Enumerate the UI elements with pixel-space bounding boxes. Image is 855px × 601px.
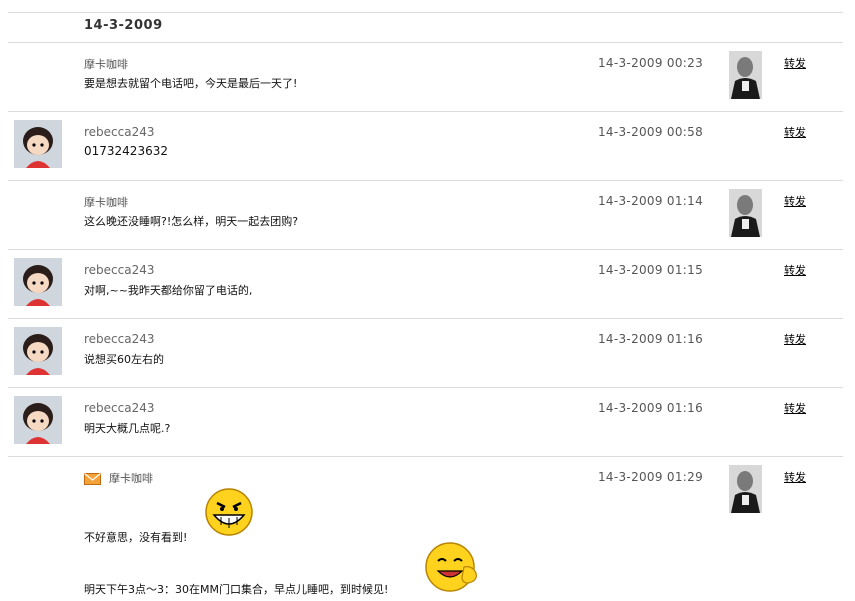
- message-time: 14-3-2009 01:16: [598, 401, 703, 415]
- message-text: 不好意思，没有看到!: [84, 531, 188, 544]
- message-text: 明天下午3点～3：30在MM门口集合，早点儿睡吧，到时候见!: [84, 583, 389, 596]
- message-row: rebecca243 01732423632 14-3-2009 00:58 转…: [8, 120, 843, 179]
- message-row: 摩卡咖啡 这么晚还没睡啊?!怎么样，明天一起去团购? 14-3-2009 01:…: [8, 189, 843, 248]
- forward-link[interactable]: 转发: [784, 331, 806, 347]
- man-photo-avatar: [729, 465, 762, 513]
- forward-link[interactable]: 转发: [784, 262, 806, 278]
- message-history: 14-3-2009 摩卡咖啡 要是想去就留个电话吧，今天是最后一天了! 14-3…: [0, 0, 855, 601]
- cartoon-girl-avatar: [14, 258, 62, 306]
- forward-link[interactable]: 转发: [784, 469, 806, 485]
- forward-link[interactable]: 转发: [784, 55, 806, 71]
- cartoon-girl-avatar: [14, 396, 62, 444]
- sender-name: 摩卡咖啡: [84, 196, 128, 209]
- cartoon-girl-avatar: [14, 327, 62, 375]
- sender-name: 摩卡咖啡: [109, 472, 153, 485]
- message-row: 摩卡咖啡 14-3-2009 01:29 转发 不好意思，没有看到! 明天下午3…: [8, 465, 843, 599]
- sender-name: rebecca243: [84, 332, 155, 346]
- man-photo-avatar: [729, 51, 762, 99]
- divider: [8, 387, 843, 388]
- divider: [8, 180, 843, 181]
- divider: [8, 456, 843, 457]
- divider: [8, 318, 843, 319]
- forward-link[interactable]: 转发: [784, 124, 806, 140]
- message-text: 这么晚还没睡啊?!怎么样，明天一起去团购?: [84, 215, 299, 228]
- divider: [8, 249, 843, 250]
- message-text: 对啊,~~我昨天都给你留了电话的,: [84, 284, 253, 297]
- message-text: 01732423632: [84, 144, 168, 158]
- divider: [8, 12, 843, 13]
- message-text: 明天大概几点呢.?: [84, 422, 171, 435]
- date-header: 14-3-2009: [84, 18, 163, 33]
- message-time: 14-3-2009 00:23: [598, 56, 703, 70]
- message-time: 14-3-2009 01:29: [598, 470, 703, 484]
- envelope-icon: [84, 470, 101, 485]
- forward-link[interactable]: 转发: [784, 400, 806, 416]
- sender-name: rebecca243: [84, 125, 155, 139]
- divider: [8, 111, 843, 112]
- message-row: 摩卡咖啡 要是想去就留个电话吧，今天是最后一天了! 14-3-2009 00:2…: [8, 51, 843, 110]
- sender-name: 摩卡咖啡: [84, 58, 128, 71]
- message-time: 14-3-2009 01:14: [598, 194, 703, 208]
- forward-link[interactable]: 转发: [784, 193, 806, 209]
- message-text: 说想买60左右的: [84, 353, 164, 366]
- cartoon-girl-avatar: [14, 120, 62, 168]
- man-photo-avatar: [729, 189, 762, 237]
- sender-name: rebecca243: [84, 263, 155, 277]
- message-text: 要是想去就留个电话吧，今天是最后一天了!: [84, 77, 298, 90]
- message-time: 14-3-2009 01:16: [598, 332, 703, 346]
- message-row: rebecca243 对啊,~~我昨天都给你留了电话的, 14-3-2009 0…: [8, 258, 843, 317]
- wave-smiley-icon: [424, 541, 482, 597]
- grin-smiley-icon: [204, 487, 254, 541]
- message-row: rebecca243 明天大概几点呢.? 14-3-2009 01:16 转发: [8, 396, 843, 455]
- message-time: 14-3-2009 00:58: [598, 125, 703, 139]
- message-row: rebecca243 说想买60左右的 14-3-2009 01:16 转发: [8, 327, 843, 386]
- divider: [8, 42, 843, 43]
- sender-name: rebecca243: [84, 401, 155, 415]
- message-time: 14-3-2009 01:15: [598, 263, 703, 277]
